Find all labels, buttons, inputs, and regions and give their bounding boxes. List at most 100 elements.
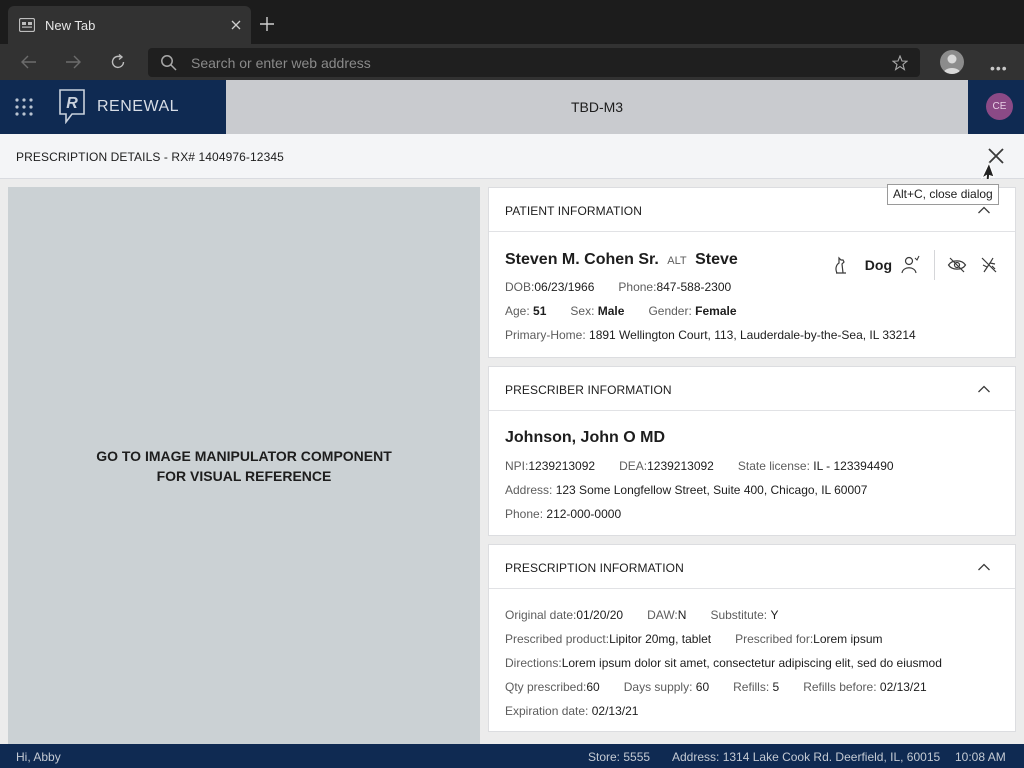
eye-hidden-icon[interactable] [947,255,967,275]
prescription-card-header[interactable]: PRESCRIPTION INFORMATION [489,545,1015,589]
prescriber-phone-row: Phone: 212-000-0000 [505,507,621,521]
license-label: State license: [737,459,810,473]
svg-text:R: R [66,95,78,112]
renewal-logo-icon: R [59,89,85,124]
directions-value: Lorem ipsum dolor sit amet, consectetur … [561,656,942,670]
forward-arrow-icon[interactable] [64,53,82,71]
profile-avatar-icon[interactable] [940,50,964,74]
phone-label: Phone: [618,280,657,294]
daw-value: N [677,608,687,622]
prescriber-ids-row: NPI:1239213092 DEA:1239213092 State lice… [505,459,918,473]
prescriber-card-body: Johnson, John O MD NPI:1239213092 DEA: 12… [489,411,1015,536]
refills-before-value: 02/13/21 [879,680,927,694]
address-label: Address: [505,483,553,497]
no-allergy-icon[interactable] [979,255,999,275]
substitute-value: Y [770,608,779,622]
address-value: 123 Some Longfellow Street, Suite 400, C… [555,483,868,497]
original-date-label: Original date: [505,608,577,622]
chevron-up-icon[interactable] [977,382,991,396]
expiration-value: 02/13/21 [591,704,639,718]
patient-name: Steven M. Cohen Sr. [505,251,659,268]
original-date-value: 01/20/20 [576,608,624,622]
gender-value: Female [695,304,737,318]
pet-dog-icon [835,256,846,274]
phone-value: 212-000-0000 [546,507,622,521]
directions-label: Directions: [505,656,562,670]
card-title: PRESCRIBER INFORMATION [505,383,672,397]
patient-dob-phone-row: DOB:06/23/1966 Phone:847-588-2300 [505,280,755,294]
favorite-star-icon[interactable] [892,54,908,71]
patient-information-card: PATIENT INFORMATION Steven M. Cohen Sr. … [488,187,1016,358]
more-options-icon[interactable]: ••• [990,60,1008,76]
license-value: IL - 123394490 [813,459,894,473]
dialog-title: PRESCRIPTION DETAILS - RX# 1404976-12345 [16,150,284,164]
age-value: 51 [533,304,547,318]
new-tab-plus-icon[interactable] [258,15,276,33]
user-avatar[interactable]: CE [986,93,1013,120]
age-label: Age: [505,304,530,318]
app-launcher-grid-icon[interactable] [14,97,34,117]
prescription-card-body: Original date:01/20/20 DAW:N Substitute:… [489,589,1015,732]
card-title: PATIENT INFORMATION [505,204,643,218]
address-value: 1891 Wellington Court, 113, Lauderdale-b… [589,328,916,342]
npi-label: NPI: [505,459,529,473]
prescribed-for-value: Lorem ipsum [813,632,883,646]
daw-label: DAW: [647,608,678,622]
patient-alt-name: Steve [695,251,738,268]
patient-species: Dog [864,257,892,273]
dob-value: 06/23/1966 [534,280,595,294]
expiration-label: Expiration date: [505,704,589,718]
refresh-icon[interactable] [109,53,127,71]
npi-value: 1239213092 [528,459,596,473]
browser-tab[interactable]: New Tab [8,6,251,44]
greeting-text: Hi, Abby [16,750,61,764]
gender-label: Gender: [648,304,692,318]
close-tooltip: Alt+C, close dialog [887,184,999,205]
qty-value: 60 [586,680,600,694]
refills-value: 5 [772,680,780,694]
browser-toolbar: Search or enter web address ••• [0,44,1024,80]
patient-icon-group: Dog [830,250,999,280]
app-title-bar: TBD-M3 [226,80,968,134]
app-header: R RENEWAL TBD-M3 CE [0,80,1024,134]
phone-value: 847-588-2300 [656,280,732,294]
rx-product-row: Prescribed product:Lipitor 20mg, tablet … [505,632,907,646]
card-title: PRESCRIPTION INFORMATION [505,561,684,575]
app-title: TBD-M3 [570,99,624,115]
close-tab-icon[interactable] [229,18,243,32]
patient-name-row: Steven M. Cohen Sr. ALT Steve [505,251,738,269]
vertical-divider [934,250,935,280]
address-bar[interactable]: Search or enter web address [148,48,920,77]
prescriber-address-row: Address: 123 Some Longfellow Street, Sui… [505,483,867,497]
prescribed-for-label: Prescribed for: [735,632,814,646]
dialog-body: GO TO IMAGE MANIPULATOR COMPONENT FOR VI… [0,179,1024,744]
rx-quantity-row: Qty prescribed:60 Days supply: 60 Refill… [505,680,951,694]
tab-title: New Tab [45,17,96,33]
store-number: Store: 5555 [588,750,651,764]
prescriber-information-card: PRESCRIBER INFORMATION Johnson, John O M… [488,366,1016,536]
refills-before-label: Refills before: [803,680,877,694]
rx-directions-row: Directions: Lorem ipsum dolor sit amet, c… [505,656,942,670]
chevron-up-icon[interactable] [977,203,991,217]
person-profile-icon[interactable] [900,255,920,275]
status-bar: Hi, Abby Store: 5555 Address: 1314 Lake … [0,744,1024,768]
rx-expiration-row: Expiration date: 02/13/21 [505,704,638,718]
patient-card-body: Steven M. Cohen Sr. ALT Steve Dog DOB:06… [489,232,1015,358]
substitute-label: Substitute: [710,608,768,622]
phone-label: Phone: [505,507,544,521]
sex-label: Sex: [570,304,595,318]
prescriber-name: Johnson, John O MD [505,429,665,446]
back-arrow-icon[interactable] [20,53,38,71]
patient-age-sex-row: Age: 51 Sex: Male Gender: Female [505,304,761,318]
store-address: Address: 1314 Lake Cook Rd. Deerfield, I… [672,750,941,764]
days-supply-label: Days supply: [623,680,693,694]
placeholder-line: FOR VISUAL REFERENCE [156,467,332,484]
address-label: Primary-Home: [505,328,586,342]
dea-label: DEA: [619,459,648,473]
product-value: Lipitor 20mg, tablet [609,632,712,646]
refills-label: Refills: [733,680,770,694]
qty-label: Qty prescribed: [505,680,587,694]
dialog-header: PRESCRIPTION DETAILS - RX# 1404976-12345 [0,134,1024,179]
chevron-up-icon[interactable] [977,560,991,574]
prescriber-card-header[interactable]: PRESCRIBER INFORMATION [489,367,1015,411]
